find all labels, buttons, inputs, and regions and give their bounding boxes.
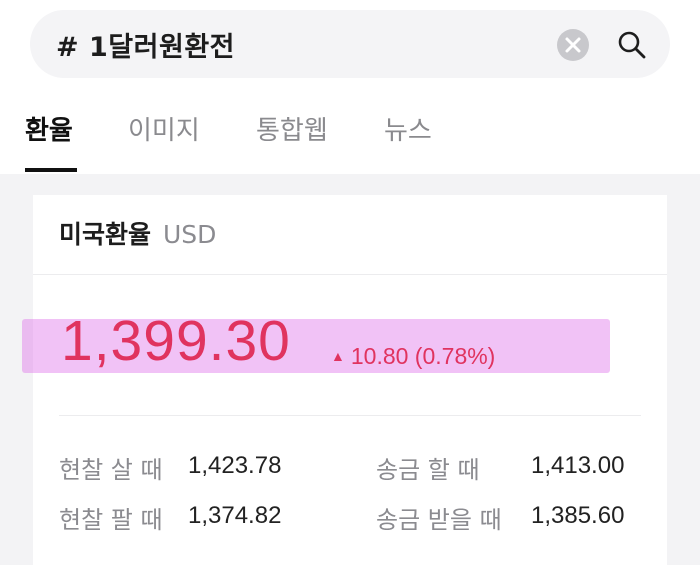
search-input[interactable]: # 1달러원환전 [56,25,235,64]
search-icon[interactable] [614,27,650,63]
remit-receive-label: 송금 받을 때 [376,506,502,534]
cash-sell-value: 1,374.82 [188,502,282,529]
card-title: 미국환율 [59,220,152,249]
card-header: 미국환율 USD [59,215,216,251]
rate-change: ▲ 10.80 (0.78%) [331,343,495,370]
tab-exchange-rate[interactable]: 환율 [25,110,73,147]
tab-images[interactable]: 이미지 [128,110,200,147]
remit-send-value: 1,413.00 [531,452,625,479]
divider [33,274,667,275]
tab-integrated-web[interactable]: 통합웹 [256,110,328,147]
cash-sell-label: 현찰 팔 때 [59,506,163,534]
active-tab-indicator [25,168,77,172]
exchange-rate-card: 미국환율 USD 1,399.30 ▲ 10.80 (0.78%) 현찰 살 때 … [22,195,667,565]
exchange-rate-value: 1,399.30 [61,309,291,373]
cash-buy-value: 1,423.78 [188,452,282,479]
tab-news[interactable]: 뉴스 [384,110,432,147]
clear-icon[interactable] [557,29,589,61]
currency-code: USD [162,220,217,249]
remit-receive-value: 1,385.60 [531,502,625,529]
cash-buy-label: 현찰 살 때 [59,456,163,484]
up-arrow-icon: ▲ [331,348,345,364]
rate-change-value: 10.80 (0.78%) [350,343,496,369]
header-area: # 1달러원환전 환율 이미지 통합웹 뉴스 [0,0,700,174]
remit-send-label: 송금 할 때 [376,456,480,484]
divider [59,415,641,416]
search-bar[interactable]: # 1달러원환전 [30,10,670,78]
